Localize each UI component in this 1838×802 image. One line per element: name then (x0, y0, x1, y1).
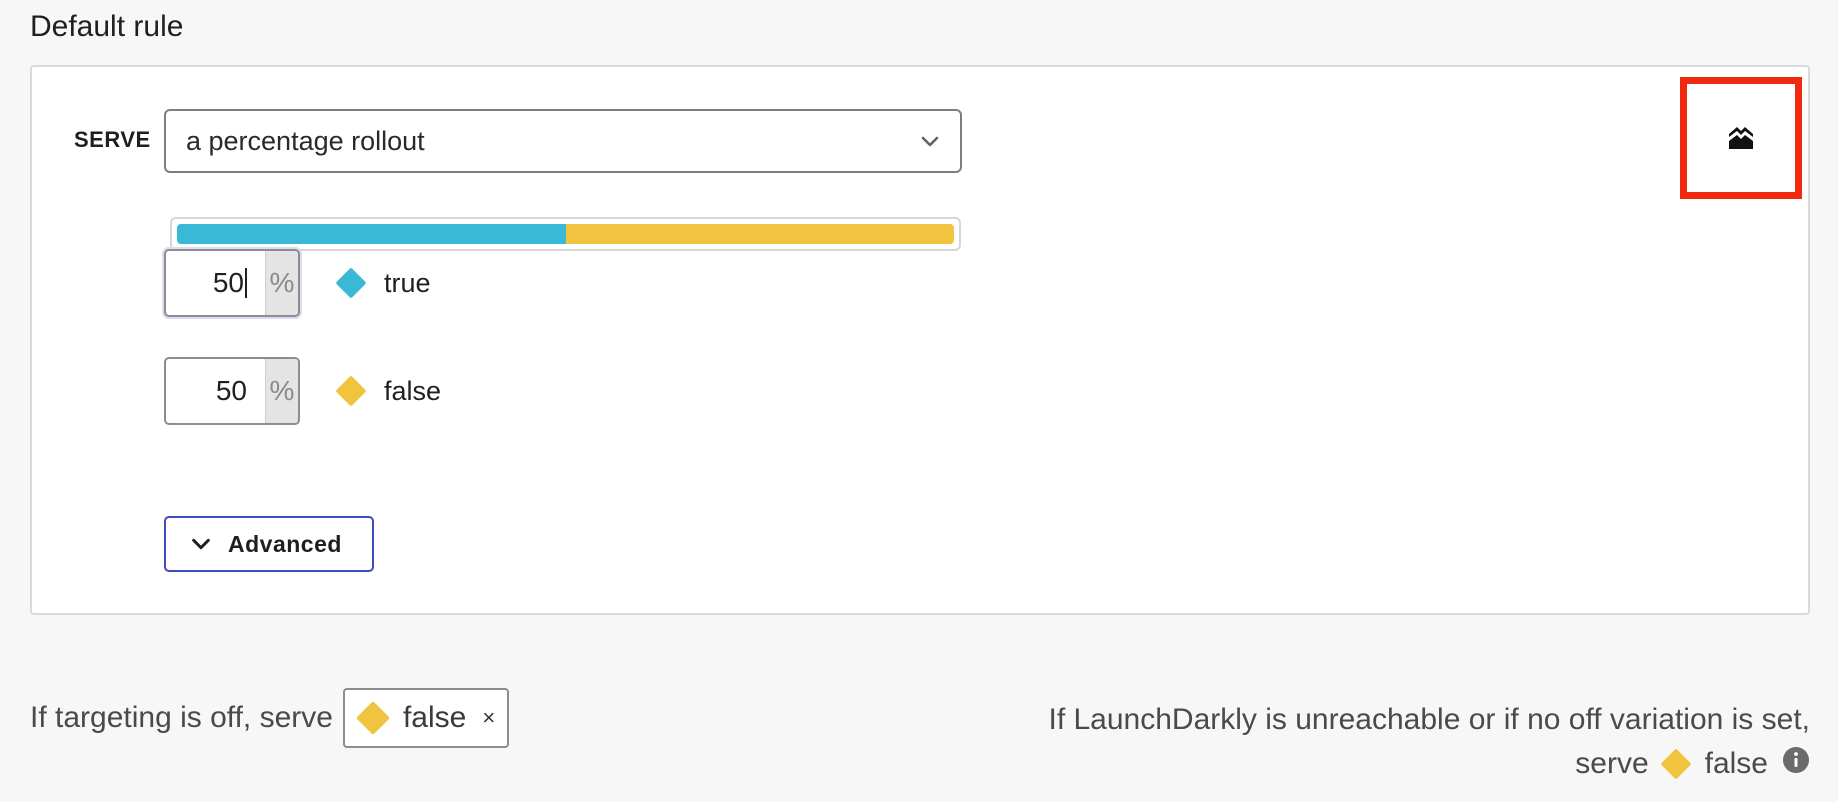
rollout-row-false: 50 % false (164, 357, 441, 425)
serve-select[interactable]: a percentage rollout (164, 109, 962, 173)
percent-input[interactable]: 50 (166, 359, 265, 423)
variation-label-false: false (335, 375, 441, 407)
percent-input[interactable]: 50 (166, 251, 265, 315)
rollout-row-true: 50 % true (164, 249, 431, 317)
variation-label-true: true (335, 267, 431, 299)
advanced-button[interactable]: Advanced (164, 516, 374, 572)
diamond-icon (355, 701, 390, 735)
rollout-bar-segment-true (177, 224, 566, 244)
chevron-down-icon (921, 136, 939, 147)
serve-select-value: a percentage rollout (186, 125, 425, 156)
diamond-icon (335, 267, 367, 299)
serve-label: SERVE (74, 127, 151, 152)
info-icon[interactable] (1782, 746, 1810, 774)
off-variation-chip[interactable]: false × (342, 688, 510, 748)
collapse-chart-button[interactable] (1680, 77, 1802, 199)
collapse-chart-icon (1729, 127, 1753, 149)
fallback-value: false (1704, 747, 1768, 780)
diamond-icon (1660, 748, 1692, 780)
fallback-text: If LaunchDarkly is unreachable or if no … (1048, 698, 1810, 786)
rollout-bar-segment-false (565, 224, 954, 244)
rollout-bar (170, 217, 961, 251)
chevron-down-icon (192, 538, 210, 550)
section-title: Default rule (30, 10, 184, 43)
fallback-line1: If LaunchDarkly is unreachable or if no … (1048, 703, 1810, 736)
percent-suffix: % (265, 359, 298, 423)
percent-input-box[interactable]: 50 % (164, 357, 300, 425)
default-rule-panel: SERVE a percentage rollout 50 % true 50 … (30, 65, 1810, 615)
advanced-label: Advanced (228, 530, 342, 557)
fallback-serve: serve (1575, 747, 1649, 780)
diamond-icon (335, 375, 367, 407)
off-variation-value: false (402, 701, 467, 734)
off-variation-prefix: If targeting is off, serve (30, 701, 333, 734)
percent-input-box[interactable]: 50 % (164, 249, 300, 317)
rollout-bar-inner (177, 224, 954, 244)
remove-icon[interactable]: × (482, 705, 495, 731)
off-variation-row: If targeting is off, serve false × (30, 688, 510, 748)
percent-suffix: % (265, 251, 298, 315)
text-caret (245, 268, 247, 298)
